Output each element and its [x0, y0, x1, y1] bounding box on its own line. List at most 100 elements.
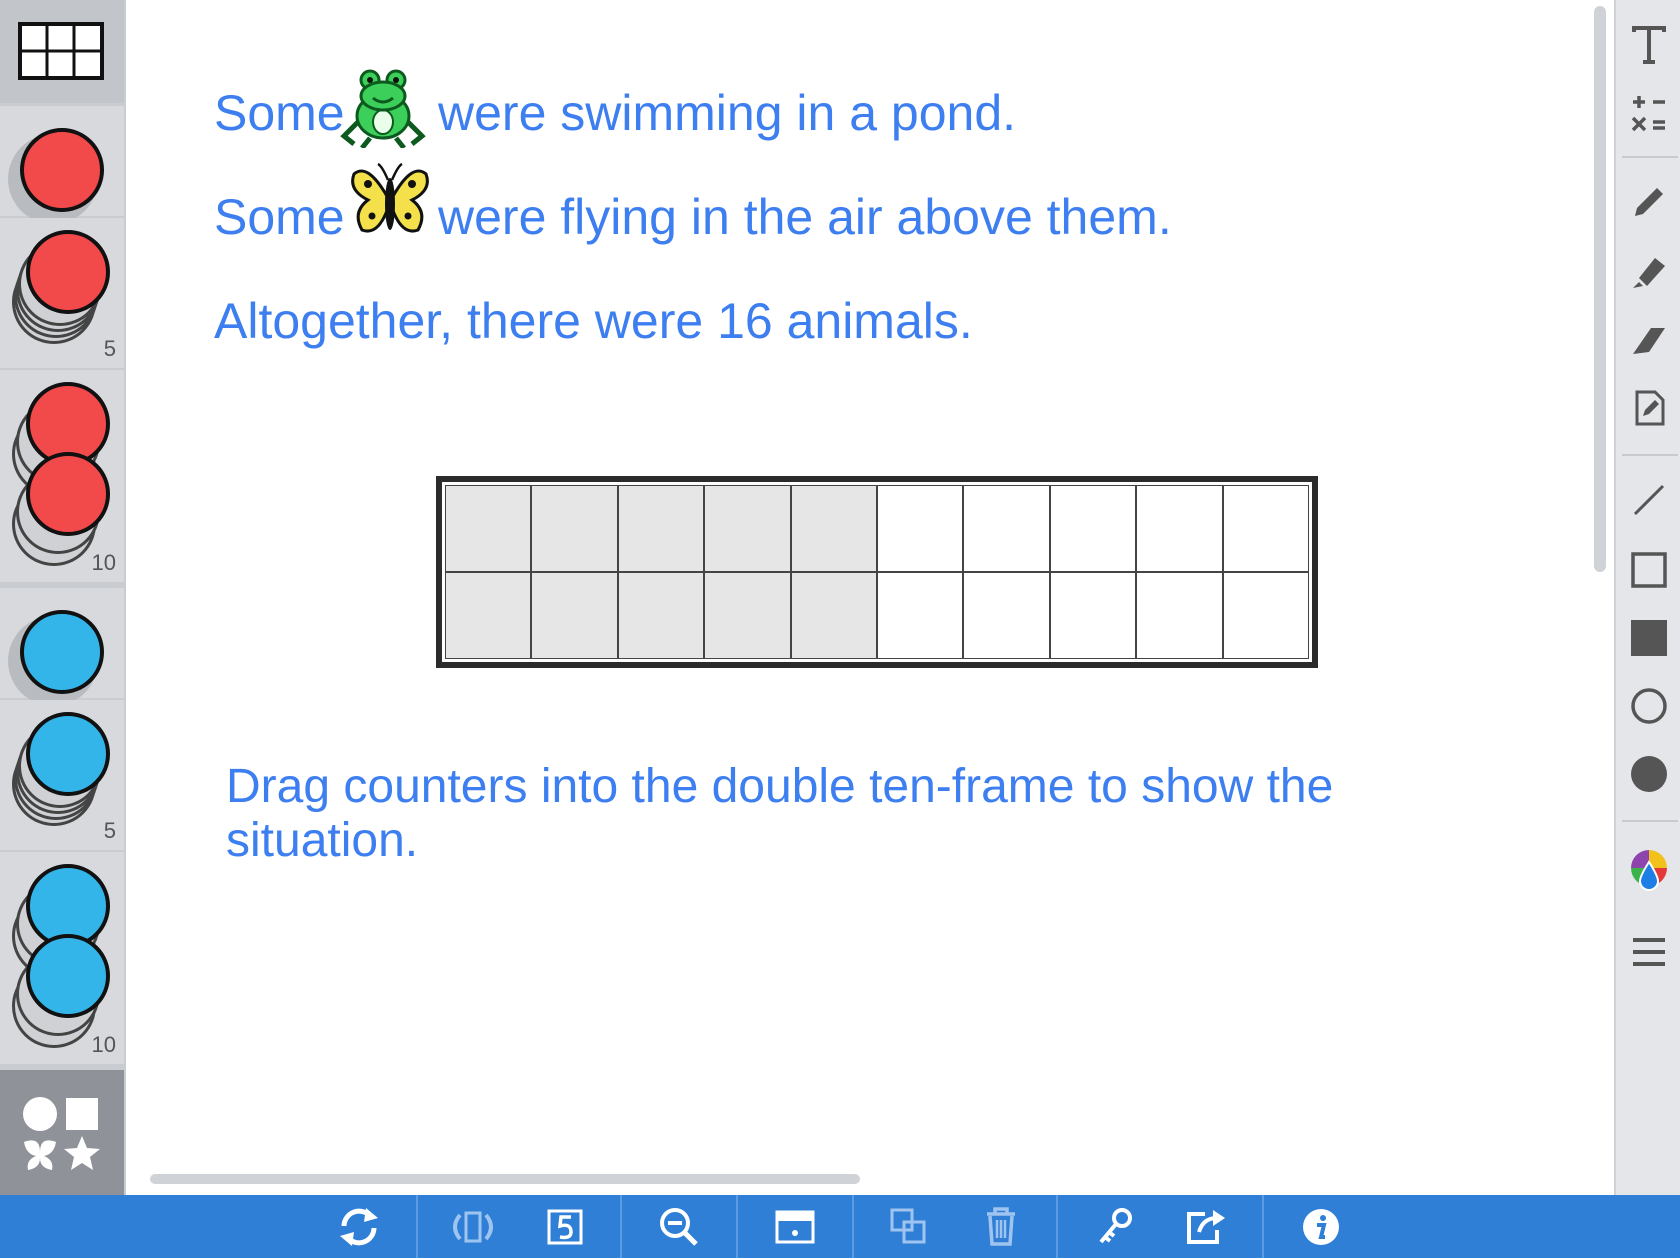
- ten-frame-cell[interactable]: [704, 485, 791, 572]
- info-icon: [1303, 1209, 1339, 1245]
- stack-count-label: 5: [103, 336, 116, 361]
- duplicate-icon: [890, 1208, 926, 1244]
- ten-frame-selector[interactable]: [0, 0, 124, 103]
- info-button[interactable]: [1286, 1201, 1356, 1253]
- toolbar-divider: [852, 1195, 854, 1258]
- toolbar-divider: [1622, 156, 1678, 158]
- ten-frame-cell[interactable]: [1136, 572, 1223, 659]
- ten-frame-cell[interactable]: [1222, 485, 1309, 572]
- window-icon: [775, 1210, 815, 1244]
- text-tool-button[interactable]: [1616, 16, 1680, 76]
- ten-frame-cell[interactable]: [963, 485, 1050, 572]
- ten-frame-cell[interactable]: [531, 485, 618, 572]
- stack-count-label: 10: [91, 1032, 116, 1057]
- zoom-out-icon: [660, 1208, 698, 1246]
- instruction-text: Drag counters into the double ten-frame …: [226, 760, 1334, 867]
- ten-frame-cell[interactable]: [531, 572, 618, 659]
- blue-counter-single[interactable]: [0, 588, 124, 706]
- ten-frame-cell[interactable]: [1222, 572, 1309, 659]
- frame-button[interactable]: [760, 1201, 830, 1253]
- right-toolbar: [1614, 0, 1680, 1195]
- story-line-2-start: Some: [214, 189, 345, 245]
- ten-frame-cell[interactable]: [1136, 485, 1223, 572]
- highlighter-tool-button[interactable]: [1616, 242, 1680, 302]
- trash-icon: [987, 1207, 1015, 1246]
- shapes-button[interactable]: [0, 1070, 124, 1195]
- toolbar-divider: [620, 1195, 622, 1258]
- ten-frame-cell[interactable]: [790, 485, 877, 572]
- note-tool-button[interactable]: [1616, 378, 1680, 438]
- vertical-scrollbar[interactable]: [1594, 6, 1606, 572]
- toolbar-divider: [736, 1195, 738, 1258]
- ten-frame-cell[interactable]: [445, 485, 532, 572]
- refresh-icon: [340, 1208, 378, 1246]
- text-icon: [1632, 26, 1666, 64]
- ten-frame-cell[interactable]: [704, 572, 791, 659]
- ten-frame-cell[interactable]: [617, 485, 705, 572]
- blue-counter-icon: [26, 712, 110, 796]
- ten-frame-cell[interactable]: [1049, 485, 1137, 572]
- blue-counter-icon: [20, 610, 104, 694]
- filled-circle-icon: [1631, 756, 1667, 792]
- red-counter-stack-5[interactable]: 5: [0, 218, 124, 368]
- filled-circle-tool-button[interactable]: [1616, 744, 1680, 804]
- story-line-2-end: were flying in the air above them.: [438, 189, 1172, 245]
- horizontal-scrollbar[interactable]: [150, 1174, 860, 1184]
- number-frame-button[interactable]: [530, 1201, 600, 1253]
- line-icon: [1633, 484, 1665, 516]
- app-window: 5 10 5 10 Some were swimming in a pond. …: [0, 0, 1680, 1258]
- menu-button[interactable]: [1616, 922, 1680, 982]
- rectangle-tool-button[interactable]: [1616, 540, 1680, 600]
- line-tool-button[interactable]: [1616, 470, 1680, 530]
- filled-rectangle-tool-button[interactable]: [1616, 608, 1680, 668]
- flip-button[interactable]: [438, 1201, 508, 1253]
- red-counter-stack-10[interactable]: 10: [0, 370, 124, 582]
- double-ten-frame[interactable]: [436, 476, 1318, 668]
- key-button[interactable]: [1080, 1201, 1150, 1253]
- share-icon: [1187, 1210, 1225, 1244]
- eraser-icon: [1633, 328, 1665, 354]
- blue-counter-icon: [26, 934, 110, 1018]
- bottom-toolbar: [0, 1195, 1680, 1258]
- red-counter-icon: [20, 128, 104, 212]
- duplicate-button[interactable]: [874, 1201, 944, 1253]
- flip-icon: [453, 1211, 493, 1243]
- note-icon: [1635, 390, 1665, 426]
- highlighter-icon: [1633, 258, 1665, 288]
- ten-frame-cell[interactable]: [877, 485, 964, 572]
- share-button[interactable]: [1170, 1201, 1240, 1253]
- story-line-3: Altogether, there were 16 animals.: [214, 293, 973, 349]
- blue-counter-stack-10[interactable]: 10: [0, 852, 124, 1064]
- math-symbols-button[interactable]: [1616, 82, 1680, 142]
- reset-button[interactable]: [324, 1201, 394, 1253]
- toolbar-divider: [1622, 454, 1678, 456]
- math-symbols-icon: [1631, 96, 1665, 132]
- shapes-icon: [23, 1097, 100, 1170]
- ten-frame-cell[interactable]: [617, 572, 705, 659]
- trash-button[interactable]: [966, 1201, 1036, 1253]
- color-picker-icon: [1631, 850, 1667, 891]
- zoom-out-button[interactable]: [644, 1201, 714, 1253]
- rectangle-icon: [1631, 552, 1667, 588]
- story-line-1-end: were swimming in a pond.: [438, 85, 1017, 141]
- pen-tool-button[interactable]: [1616, 172, 1680, 232]
- ten-frame-cell[interactable]: [445, 572, 532, 659]
- ten-frame-grid: [445, 485, 1309, 659]
- ten-frame-cell[interactable]: [963, 572, 1050, 659]
- ten-frame-icon: [18, 22, 104, 80]
- frog-image: [340, 69, 426, 148]
- toolbar-divider: [1622, 820, 1678, 822]
- blue-counter-stack-5[interactable]: 5: [0, 700, 124, 850]
- counter-palette: 5 10 5 10: [0, 0, 126, 1195]
- pen-icon: [1635, 188, 1663, 216]
- color-picker-button[interactable]: [1616, 840, 1680, 900]
- ten-frame-cell[interactable]: [790, 572, 877, 659]
- red-counter-single[interactable]: [0, 106, 124, 224]
- stack-count-label: 10: [91, 550, 116, 575]
- eraser-tool-button[interactable]: [1616, 310, 1680, 370]
- circle-tool-button[interactable]: [1616, 676, 1680, 736]
- ten-frame-cell[interactable]: [1049, 572, 1137, 659]
- ten-frame-cell[interactable]: [877, 572, 964, 659]
- toolbar-divider: [1262, 1195, 1264, 1258]
- hamburger-menu-icon: [1633, 938, 1665, 966]
